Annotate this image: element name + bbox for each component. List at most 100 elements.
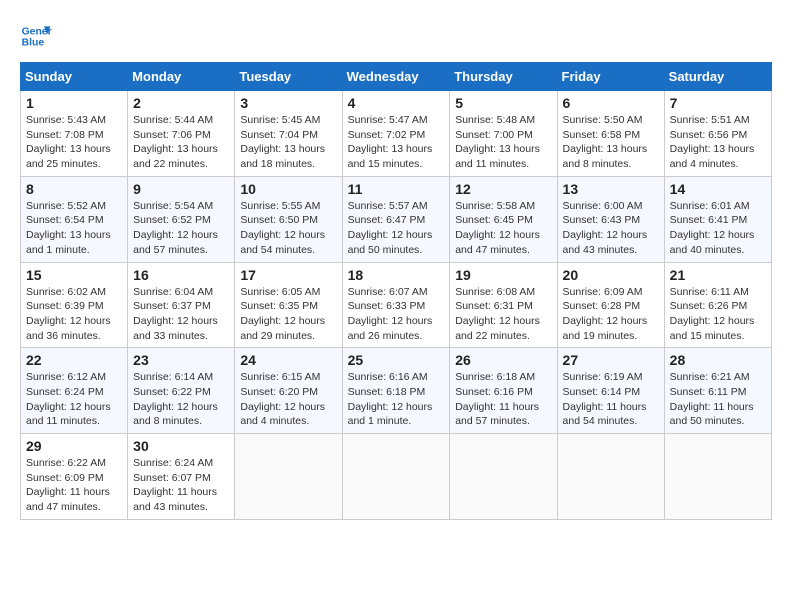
- day-number: 26: [455, 352, 551, 368]
- calendar-cell: 7 Sunrise: 5:51 AM Sunset: 6:56 PM Dayli…: [664, 91, 771, 177]
- day-number: 3: [240, 95, 336, 111]
- weekday-header-sunday: Sunday: [21, 63, 128, 91]
- day-number: 14: [670, 181, 766, 197]
- calendar-cell: 28 Sunrise: 6:21 AM Sunset: 6:11 PM Dayl…: [664, 348, 771, 434]
- day-number: 9: [133, 181, 229, 197]
- day-number: 6: [563, 95, 659, 111]
- calendar-cell: 26 Sunrise: 6:18 AM Sunset: 6:16 PM Dayl…: [450, 348, 557, 434]
- calendar-cell: 5 Sunrise: 5:48 AM Sunset: 7:00 PM Dayli…: [450, 91, 557, 177]
- calendar-cell: 16 Sunrise: 6:04 AM Sunset: 6:37 PM Dayl…: [128, 262, 235, 348]
- day-number: 21: [670, 267, 766, 283]
- logo-icon: General Blue: [20, 20, 52, 52]
- calendar-cell: 25 Sunrise: 6:16 AM Sunset: 6:18 PM Dayl…: [342, 348, 450, 434]
- day-info: Sunrise: 6:15 AM Sunset: 6:20 PM Dayligh…: [240, 370, 336, 429]
- day-number: 13: [563, 181, 659, 197]
- calendar-cell: 20 Sunrise: 6:09 AM Sunset: 6:28 PM Dayl…: [557, 262, 664, 348]
- weekday-header-friday: Friday: [557, 63, 664, 91]
- day-info: Sunrise: 6:12 AM Sunset: 6:24 PM Dayligh…: [26, 370, 122, 429]
- calendar-cell: [450, 434, 557, 520]
- day-number: 23: [133, 352, 229, 368]
- day-info: Sunrise: 6:00 AM Sunset: 6:43 PM Dayligh…: [563, 199, 659, 258]
- weekday-header-saturday: Saturday: [664, 63, 771, 91]
- day-info: Sunrise: 6:08 AM Sunset: 6:31 PM Dayligh…: [455, 285, 551, 344]
- day-number: 11: [348, 181, 445, 197]
- day-number: 2: [133, 95, 229, 111]
- calendar-cell: 17 Sunrise: 6:05 AM Sunset: 6:35 PM Dayl…: [235, 262, 342, 348]
- calendar-cell: 4 Sunrise: 5:47 AM Sunset: 7:02 PM Dayli…: [342, 91, 450, 177]
- day-number: 12: [455, 181, 551, 197]
- day-number: 7: [670, 95, 766, 111]
- day-number: 8: [26, 181, 122, 197]
- day-info: Sunrise: 6:11 AM Sunset: 6:26 PM Dayligh…: [670, 285, 766, 344]
- svg-text:Blue: Blue: [22, 38, 45, 49]
- calendar-cell: 9 Sunrise: 5:54 AM Sunset: 6:52 PM Dayli…: [128, 176, 235, 262]
- calendar-cell: 27 Sunrise: 6:19 AM Sunset: 6:14 PM Dayl…: [557, 348, 664, 434]
- day-number: 30: [133, 438, 229, 454]
- calendar-cell: [342, 434, 450, 520]
- logo: General Blue: [20, 20, 56, 52]
- day-info: Sunrise: 6:07 AM Sunset: 6:33 PM Dayligh…: [348, 285, 445, 344]
- day-info: Sunrise: 5:47 AM Sunset: 7:02 PM Dayligh…: [348, 113, 445, 172]
- calendar-cell: 13 Sunrise: 6:00 AM Sunset: 6:43 PM Dayl…: [557, 176, 664, 262]
- calendar-cell: 11 Sunrise: 5:57 AM Sunset: 6:47 PM Dayl…: [342, 176, 450, 262]
- calendar-cell: 23 Sunrise: 6:14 AM Sunset: 6:22 PM Dayl…: [128, 348, 235, 434]
- day-number: 28: [670, 352, 766, 368]
- day-number: 10: [240, 181, 336, 197]
- day-info: Sunrise: 6:01 AM Sunset: 6:41 PM Dayligh…: [670, 199, 766, 258]
- day-info: Sunrise: 6:16 AM Sunset: 6:18 PM Dayligh…: [348, 370, 445, 429]
- day-number: 25: [348, 352, 445, 368]
- calendar-cell: [235, 434, 342, 520]
- day-info: Sunrise: 5:55 AM Sunset: 6:50 PM Dayligh…: [240, 199, 336, 258]
- calendar-cell: 1 Sunrise: 5:43 AM Sunset: 7:08 PM Dayli…: [21, 91, 128, 177]
- day-number: 24: [240, 352, 336, 368]
- calendar-cell: 3 Sunrise: 5:45 AM Sunset: 7:04 PM Dayli…: [235, 91, 342, 177]
- day-number: 22: [26, 352, 122, 368]
- calendar-cell: 29 Sunrise: 6:22 AM Sunset: 6:09 PM Dayl…: [21, 434, 128, 520]
- calendar-cell: 30 Sunrise: 6:24 AM Sunset: 6:07 PM Dayl…: [128, 434, 235, 520]
- day-info: Sunrise: 6:22 AM Sunset: 6:09 PM Dayligh…: [26, 456, 122, 515]
- weekday-header-monday: Monday: [128, 63, 235, 91]
- calendar-cell: 15 Sunrise: 6:02 AM Sunset: 6:39 PM Dayl…: [21, 262, 128, 348]
- day-info: Sunrise: 5:54 AM Sunset: 6:52 PM Dayligh…: [133, 199, 229, 258]
- page-header: General Blue: [20, 20, 772, 52]
- calendar-table: SundayMondayTuesdayWednesdayThursdayFrid…: [20, 62, 772, 520]
- day-info: Sunrise: 5:44 AM Sunset: 7:06 PM Dayligh…: [133, 113, 229, 172]
- day-info: Sunrise: 6:05 AM Sunset: 6:35 PM Dayligh…: [240, 285, 336, 344]
- weekday-header-thursday: Thursday: [450, 63, 557, 91]
- calendar-cell: 22 Sunrise: 6:12 AM Sunset: 6:24 PM Dayl…: [21, 348, 128, 434]
- day-number: 20: [563, 267, 659, 283]
- calendar-cell: 24 Sunrise: 6:15 AM Sunset: 6:20 PM Dayl…: [235, 348, 342, 434]
- day-info: Sunrise: 5:51 AM Sunset: 6:56 PM Dayligh…: [670, 113, 766, 172]
- day-info: Sunrise: 6:02 AM Sunset: 6:39 PM Dayligh…: [26, 285, 122, 344]
- calendar-cell: [664, 434, 771, 520]
- weekday-header-wednesday: Wednesday: [342, 63, 450, 91]
- day-info: Sunrise: 6:14 AM Sunset: 6:22 PM Dayligh…: [133, 370, 229, 429]
- day-number: 18: [348, 267, 445, 283]
- day-number: 29: [26, 438, 122, 454]
- day-number: 16: [133, 267, 229, 283]
- calendar-cell: [557, 434, 664, 520]
- calendar-cell: 2 Sunrise: 5:44 AM Sunset: 7:06 PM Dayli…: [128, 91, 235, 177]
- day-info: Sunrise: 5:57 AM Sunset: 6:47 PM Dayligh…: [348, 199, 445, 258]
- day-number: 15: [26, 267, 122, 283]
- day-info: Sunrise: 6:09 AM Sunset: 6:28 PM Dayligh…: [563, 285, 659, 344]
- day-number: 5: [455, 95, 551, 111]
- day-number: 17: [240, 267, 336, 283]
- calendar-cell: 18 Sunrise: 6:07 AM Sunset: 6:33 PM Dayl…: [342, 262, 450, 348]
- calendar-cell: 14 Sunrise: 6:01 AM Sunset: 6:41 PM Dayl…: [664, 176, 771, 262]
- day-info: Sunrise: 6:21 AM Sunset: 6:11 PM Dayligh…: [670, 370, 766, 429]
- day-info: Sunrise: 5:43 AM Sunset: 7:08 PM Dayligh…: [26, 113, 122, 172]
- day-number: 19: [455, 267, 551, 283]
- calendar-cell: 10 Sunrise: 5:55 AM Sunset: 6:50 PM Dayl…: [235, 176, 342, 262]
- day-info: Sunrise: 6:04 AM Sunset: 6:37 PM Dayligh…: [133, 285, 229, 344]
- calendar-cell: 19 Sunrise: 6:08 AM Sunset: 6:31 PM Dayl…: [450, 262, 557, 348]
- calendar-cell: 6 Sunrise: 5:50 AM Sunset: 6:58 PM Dayli…: [557, 91, 664, 177]
- day-number: 1: [26, 95, 122, 111]
- weekday-header-tuesday: Tuesday: [235, 63, 342, 91]
- day-info: Sunrise: 6:24 AM Sunset: 6:07 PM Dayligh…: [133, 456, 229, 515]
- day-info: Sunrise: 5:58 AM Sunset: 6:45 PM Dayligh…: [455, 199, 551, 258]
- day-info: Sunrise: 6:18 AM Sunset: 6:16 PM Dayligh…: [455, 370, 551, 429]
- calendar-cell: 8 Sunrise: 5:52 AM Sunset: 6:54 PM Dayli…: [21, 176, 128, 262]
- day-info: Sunrise: 5:52 AM Sunset: 6:54 PM Dayligh…: [26, 199, 122, 258]
- day-number: 27: [563, 352, 659, 368]
